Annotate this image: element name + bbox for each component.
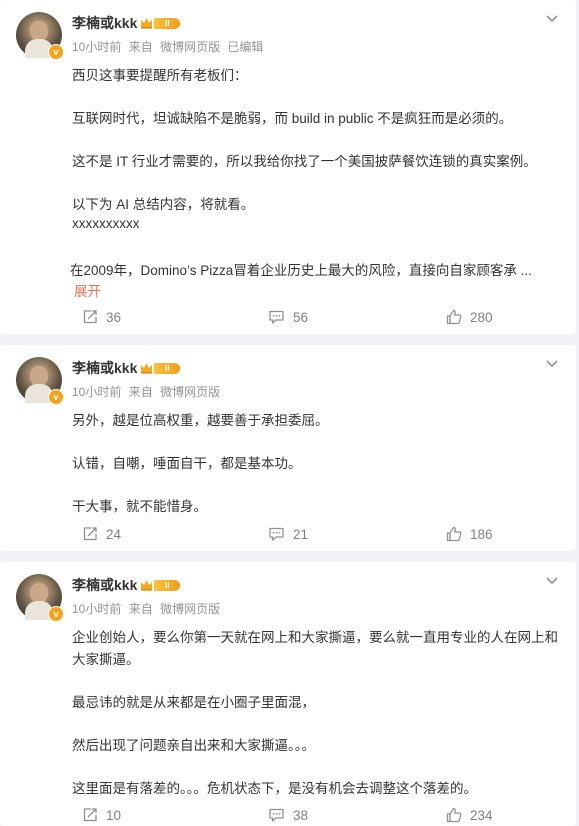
avatar[interactable]: v (16, 574, 64, 622)
verified-badge-icon: v (48, 606, 64, 622)
username[interactable]: 李楠或kkk (72, 575, 137, 595)
post-from-label: 来自 (128, 40, 153, 54)
crown-icon (141, 580, 153, 591)
post-line: 这不是 IT 行业才需要的，所以我给你找了一个美国披萨餐饮连锁的真实案例。 (72, 154, 537, 169)
post-content: 企业创始人，要么你第一天就在网上和大家撕逼，要么就一直用专业的人在网上和 大家撕… (72, 626, 558, 806)
repost-icon (83, 310, 97, 324)
repost-button[interactable]: 36 (82, 306, 121, 328)
like-icon (446, 526, 462, 542)
like-button[interactable]: 186 (446, 523, 493, 545)
avatar-face (30, 366, 48, 386)
like-count: 234 (470, 807, 493, 823)
repost-count: 10 (106, 807, 122, 823)
chevron-down-icon[interactable] (544, 572, 560, 588)
like-button[interactable]: 280 (446, 306, 493, 328)
post-card: v 李楠或kkk II 10小时前 来自 微博网页版 另外，越是位高权重，越要善… (0, 345, 576, 551)
post-time[interactable]: 10小时前 (72, 602, 121, 616)
post-line: 另外，越是位高权重，越要善于承担委屈。 (72, 413, 329, 428)
comment-count: 21 (293, 526, 309, 542)
comment-icon (269, 808, 284, 822)
level-badge: II (154, 579, 181, 591)
avatar[interactable]: v (16, 357, 64, 405)
action-bar: 24 21 186 (0, 523, 576, 545)
repost-count: 24 (106, 526, 122, 542)
username[interactable]: 李楠或kkk (72, 358, 137, 378)
like-icon (446, 807, 462, 823)
like-icon (446, 309, 462, 325)
post-meta: 10小时前 来自 微博网页版 (72, 383, 224, 400)
post-from-label: 来自 (128, 385, 153, 399)
repost-count: 36 (106, 309, 122, 325)
username[interactable]: 李楠或kkk (72, 13, 137, 33)
action-bar: 36 56 280 (0, 306, 576, 328)
crown-icon (141, 18, 153, 29)
comment-button[interactable]: 38 (268, 804, 308, 826)
comment-count: 56 (293, 309, 309, 325)
comment-icon (269, 310, 284, 324)
post-line: 以下为 AI 总结内容，将就看。 (72, 197, 255, 212)
post-meta: 10小时前 来自 微博网页版 (72, 600, 224, 617)
like-button[interactable]: 234 (446, 804, 493, 826)
post-line: 认错，自嘲，唾面自干，都是基本功。 (72, 456, 302, 471)
verified-badge-icon: v (48, 44, 64, 60)
avatar-face (30, 583, 48, 603)
post-card: v 李楠或kkk II 10小时前 来自 微博网页版 已编辑 西贝这事要提醒所有… (0, 0, 576, 334)
comment-button[interactable]: 21 (268, 523, 308, 545)
verified-badge-icon: v (48, 389, 64, 405)
post-line: xxxxxxxxxx (72, 216, 140, 231)
post-line: 这里面是有落差的。。。危机状态下，是没有机会去调整这个落差的。 (72, 781, 477, 796)
author-row: 李楠或kkk II (72, 357, 181, 379)
weibo-feed: v 李楠或kkk II 10小时前 来自 微博网页版 已编辑 西贝这事要提醒所有… (0, 0, 579, 826)
author-row: 李楠或kkk II (72, 574, 181, 596)
post-time[interactable]: 10小时前 (72, 40, 121, 54)
post-line: 西贝这事要提醒所有老板们： (72, 68, 248, 83)
chevron-down-icon[interactable] (544, 10, 560, 26)
level-badge: II (154, 17, 181, 29)
author-row: 李楠或kkk II (72, 12, 181, 34)
post-edited-label: 已编辑 (227, 40, 264, 54)
post-source: 微博网页版 (160, 40, 221, 54)
post-content: 另外，越是位高权重，越要善于承担委屈。 认错，自嘲，唾面自干，都是基本功。 干大… (72, 409, 552, 519)
repost-button[interactable]: 10 (82, 804, 121, 826)
post-card: v 李楠或kkk II 10小时前 来自 微博网页版 企业创始人，要么你第一天就… (0, 562, 576, 826)
avatar-face (30, 21, 48, 41)
like-count: 280 (470, 309, 493, 325)
repost-icon (83, 527, 97, 541)
post-line: 干大事，就不能惜身。 (72, 499, 207, 514)
crown-icon (141, 363, 153, 374)
post-line: 企业创始人，要么你第一天就在网上和大家撕逼，要么就一直用专业的人在网上和 (72, 630, 558, 645)
post-line: 最忌讳的就是从来都是在小圈子里面混， (72, 695, 315, 710)
chevron-down-icon[interactable] (544, 355, 560, 371)
repost-button[interactable]: 24 (82, 523, 121, 545)
post-line: 互联网时代，坦诚缺陷不是脆弱，而 build in public 不是疯狂而是必… (72, 111, 513, 126)
expand-link[interactable]: 展开 (74, 280, 101, 300)
post-time[interactable]: 10小时前 (72, 385, 121, 399)
like-count: 186 (470, 526, 493, 542)
avatar[interactable]: v (16, 12, 64, 60)
post-source: 微博网页版 (160, 602, 221, 616)
action-bar: 10 38 234 (0, 804, 576, 826)
post-line: 在2009年，Domino’s Pizza冒着企业历史上最大的风险，直接向自家顾… (70, 263, 532, 278)
post-meta: 10小时前 来自 微博网页版 已编辑 (72, 38, 267, 55)
post-source: 微博网页版 (160, 385, 221, 399)
level-badge: II (154, 362, 181, 374)
post-content: 西贝这事要提醒所有老板们： 互联网时代，坦诚缺陷不是脆弱，而 build in … (70, 64, 552, 304)
repost-icon (83, 808, 97, 822)
post-line: 然后出现了问题亲自出来和大家撕逼。。。 (72, 738, 315, 753)
comment-icon (269, 527, 284, 541)
post-line: 大家撕逼。 (72, 652, 140, 667)
comment-count: 38 (293, 807, 309, 823)
comment-button[interactable]: 56 (268, 306, 308, 328)
post-from-label: 来自 (128, 602, 153, 616)
